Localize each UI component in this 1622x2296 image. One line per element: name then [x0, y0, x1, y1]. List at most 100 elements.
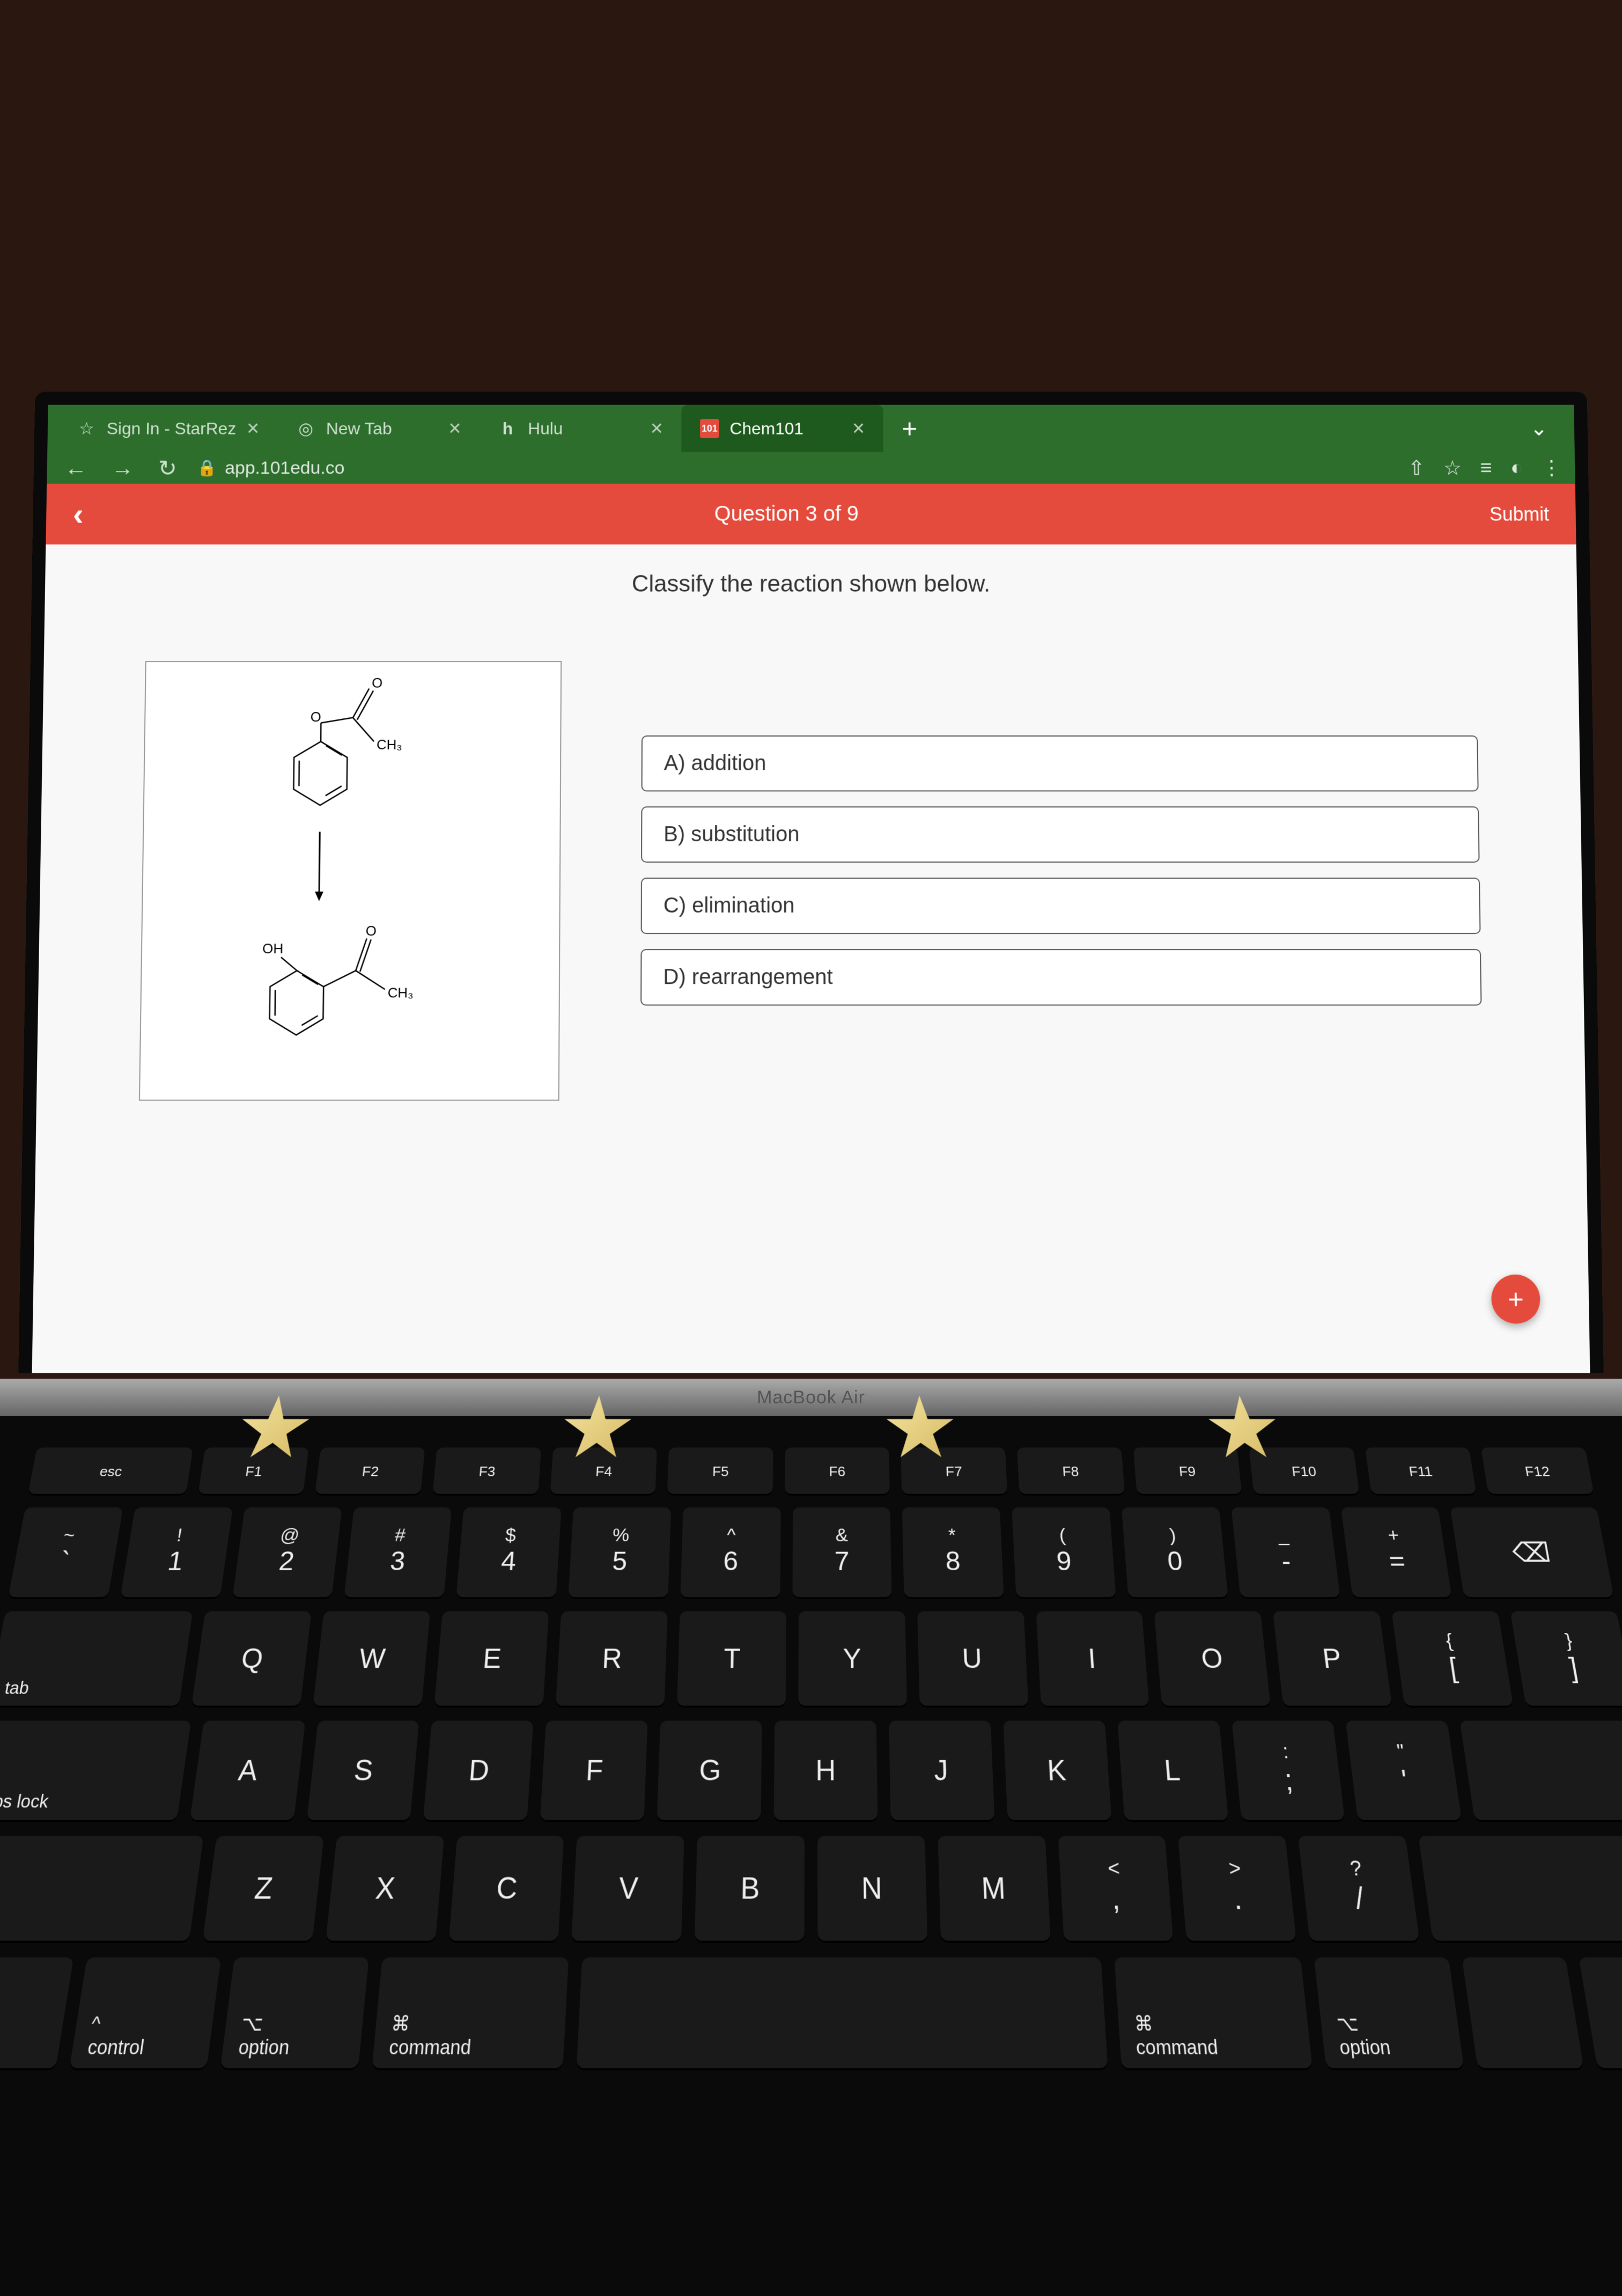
key[interactable]: ⌥option: [1314, 1958, 1464, 2070]
key[interactable]: E: [434, 1611, 549, 1708]
key[interactable]: :;: [1232, 1720, 1345, 1822]
close-icon[interactable]: ×: [651, 417, 663, 440]
browser-chrome: ☆ Sign In - StarRez × ◎ New Tab × h Hulu…: [47, 405, 1575, 484]
key[interactable]: O: [1154, 1611, 1271, 1708]
key[interactable]: [0, 1836, 203, 1942]
key[interactable]: F12: [1481, 1447, 1594, 1495]
key[interactable]: S: [306, 1720, 419, 1822]
answer-option-d[interactable]: D) rearrangement: [640, 949, 1481, 1005]
key[interactable]: C: [448, 1836, 564, 1942]
key[interactable]: F8: [1017, 1447, 1125, 1495]
key[interactable]: [1419, 1836, 1622, 1942]
key[interactable]: W: [313, 1611, 430, 1708]
key[interactable]: ⌫: [1450, 1507, 1614, 1599]
key[interactable]: Q: [191, 1611, 312, 1708]
key[interactable]: {[: [1392, 1611, 1514, 1708]
key[interactable]: J: [889, 1720, 994, 1822]
share-icon[interactable]: ⇧: [1408, 456, 1425, 480]
key[interactable]: Z: [202, 1836, 324, 1942]
key[interactable]: F2: [315, 1447, 425, 1495]
key[interactable]: F10: [1249, 1447, 1360, 1495]
key[interactable]: D: [423, 1720, 534, 1822]
new-tab-button[interactable]: +: [889, 413, 931, 444]
key[interactable]: G: [657, 1720, 762, 1822]
key[interactable]: [576, 1958, 1108, 2070]
key[interactable]: (9: [1012, 1507, 1116, 1599]
key[interactable]: P: [1273, 1611, 1392, 1708]
key[interactable]: X: [325, 1836, 444, 1942]
key[interactable]: F4: [550, 1447, 657, 1495]
answer-option-a[interactable]: A) addition: [642, 735, 1479, 791]
key[interactable]: *8: [902, 1507, 1004, 1599]
key[interactable]: B: [695, 1836, 805, 1942]
key[interactable]: T: [677, 1611, 786, 1708]
key[interactable]: K: [1003, 1720, 1111, 1822]
key[interactable]: >.: [1178, 1836, 1296, 1942]
key[interactable]: ⌥option: [220, 1958, 368, 2070]
key[interactable]: tab: [0, 1611, 193, 1708]
key[interactable]: ?/: [1298, 1836, 1420, 1942]
key[interactable]: ^6: [680, 1507, 780, 1599]
tab-newtab[interactable]: ◎ New Tab ×: [277, 405, 480, 452]
answer-option-c[interactable]: C) elimination: [641, 878, 1481, 934]
reading-list-icon[interactable]: ≡: [1480, 457, 1492, 479]
key[interactable]: "': [1346, 1720, 1462, 1822]
key[interactable]: @2: [232, 1507, 342, 1599]
tab-hulu[interactable]: h Hulu ×: [480, 405, 682, 452]
menu-icon[interactable]: ⋮: [1541, 456, 1561, 480]
key[interactable]: F5: [667, 1447, 773, 1495]
key[interactable]: F11: [1365, 1447, 1477, 1495]
key[interactable]: A: [189, 1720, 305, 1822]
tab-chem101[interactable]: 101 Chem101 ×: [681, 405, 883, 452]
key[interactable]: ~`: [8, 1507, 123, 1599]
back-chevron-icon[interactable]: ‹: [72, 496, 84, 532]
key[interactable]: F6: [785, 1447, 890, 1495]
tab-starrez[interactable]: ☆ Sign In - StarRez ×: [58, 405, 278, 452]
key[interactable]: N: [817, 1836, 927, 1942]
key[interactable]: M: [938, 1836, 1050, 1942]
key[interactable]: esc: [28, 1447, 193, 1495]
key[interactable]: U: [917, 1611, 1028, 1708]
url-bar[interactable]: 🔒 app.101edu.co: [197, 458, 1392, 478]
key[interactable]: H: [774, 1720, 878, 1822]
key[interactable]: <,: [1058, 1836, 1174, 1942]
reload-button[interactable]: ↻: [154, 455, 181, 481]
close-icon[interactable]: ×: [852, 417, 865, 440]
key[interactable]: aps lock: [0, 1720, 191, 1822]
key[interactable]: )0: [1122, 1507, 1228, 1599]
key[interactable]: }]: [1510, 1611, 1622, 1708]
back-button[interactable]: ←: [60, 455, 91, 481]
key[interactable]: V: [571, 1836, 684, 1942]
submit-button[interactable]: Submit: [1490, 503, 1550, 525]
key[interactable]: ⌘command: [1115, 1958, 1313, 2070]
key[interactable]: L: [1117, 1720, 1228, 1822]
key[interactable]: ⌘command: [372, 1958, 569, 2070]
tabs-dropdown-icon[interactable]: ⌄: [1530, 416, 1564, 440]
profile-icon[interactable]: ◐: [1510, 457, 1523, 479]
key[interactable]: I: [1036, 1611, 1149, 1708]
key[interactable]: [1462, 1958, 1584, 2070]
key[interactable]: &7: [792, 1507, 892, 1599]
key[interactable]: %5: [568, 1507, 671, 1599]
add-fab-button[interactable]: +: [1491, 1275, 1540, 1324]
close-icon[interactable]: ×: [247, 417, 260, 440]
key[interactable]: F: [540, 1720, 648, 1822]
bookmark-icon[interactable]: ☆: [1443, 456, 1462, 480]
key[interactable]: ^control: [69, 1958, 221, 2070]
forward-button[interactable]: →: [107, 455, 138, 481]
key[interactable]: Y: [798, 1611, 907, 1708]
close-icon[interactable]: ×: [448, 417, 461, 440]
key[interactable]: F7: [901, 1447, 1007, 1495]
key[interactable]: !1: [120, 1507, 233, 1599]
key[interactable]: [1579, 1958, 1622, 2070]
key[interactable]: F9: [1133, 1447, 1242, 1495]
key[interactable]: R: [556, 1611, 668, 1708]
key[interactable]: $4: [456, 1507, 561, 1599]
key[interactable]: _-: [1231, 1507, 1340, 1599]
key[interactable]: [1460, 1720, 1622, 1822]
key[interactable]: +=: [1341, 1507, 1453, 1599]
key[interactable]: #3: [344, 1507, 452, 1599]
key[interactable]: F3: [432, 1447, 541, 1495]
key[interactable]: fn: [0, 1958, 73, 2070]
answer-option-b[interactable]: B) substitution: [641, 806, 1480, 863]
